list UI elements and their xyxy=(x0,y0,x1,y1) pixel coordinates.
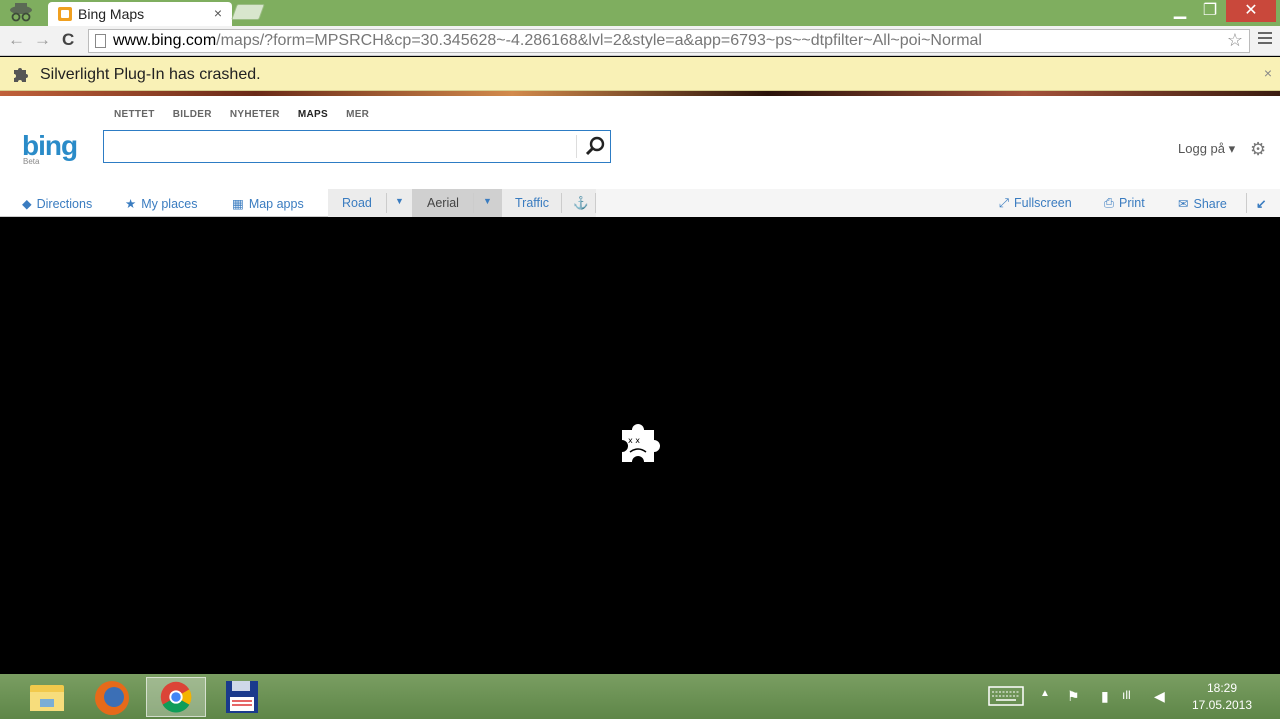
star-icon: ★ xyxy=(125,197,137,211)
forward-arrow-icon[interactable]: → xyxy=(34,30,51,50)
bing-header: NETTET BILDER NYHETER MAPS MER bing Beta… xyxy=(0,96,1280,189)
grid-icon: ▦ xyxy=(232,197,244,211)
print-icon: ⎙ xyxy=(1104,196,1115,210)
volume-icon[interactable]: ◀ xyxy=(1154,688,1165,705)
search-icon[interactable] xyxy=(582,134,608,160)
plugin-crash-infobar: Silverlight Plug-In has crashed. × xyxy=(0,57,1280,91)
divider xyxy=(561,193,562,213)
new-tab-button[interactable] xyxy=(231,4,265,20)
directions-icon: ◆ xyxy=(22,197,32,211)
reload-icon[interactable]: C xyxy=(62,30,74,50)
url-path: /maps/?form=MPSRCH&cp=30.345628~-4.28616… xyxy=(216,32,982,49)
scope-nyheter[interactable]: NYHETER xyxy=(230,109,280,120)
map-toolbar: ◆ Directions ★ My places ▦ Map apps Road ▼ … xyxy=(0,189,1280,217)
scope-mer[interactable]: MER xyxy=(346,109,369,120)
close-window-button[interactable]: ✕ xyxy=(1226,0,1276,22)
url-host: www.bing.com xyxy=(113,32,217,49)
road-dropdown-icon[interactable]: ▼ xyxy=(395,196,404,206)
bing-favicon-icon xyxy=(58,7,72,21)
print-label: Print xyxy=(1119,196,1145,210)
chrome-icon[interactable] xyxy=(146,677,206,717)
search-input[interactable] xyxy=(103,130,611,163)
back-arrow-icon[interactable]: ← xyxy=(8,30,25,50)
url-text: www.bing.com/maps/?form=MPSRCH&cp=30.345… xyxy=(113,32,982,50)
traffic-button[interactable]: Traffic xyxy=(515,196,549,210)
map-apps-label: Map apps xyxy=(248,197,304,211)
keyboard-icon[interactable] xyxy=(988,686,1024,706)
tab-title: Bing Maps xyxy=(78,6,145,22)
file-explorer-icon[interactable] xyxy=(18,677,78,717)
bookmark-star-icon[interactable]: ☆ xyxy=(1227,30,1243,51)
bing-beta-label: Beta xyxy=(23,157,40,166)
tab-close-icon[interactable]: × xyxy=(214,5,222,21)
divider xyxy=(473,193,474,213)
firefox-icon[interactable] xyxy=(82,677,142,717)
my-places-label: My places xyxy=(141,197,198,211)
aerial-dropdown-icon[interactable]: ▼ xyxy=(483,196,492,206)
tab-bing-maps[interactable]: Bing Maps × xyxy=(48,2,232,26)
divider xyxy=(1246,193,1247,213)
battery-icon[interactable]: ▮ xyxy=(1101,688,1109,705)
mail-icon: ✉ xyxy=(1178,197,1189,211)
search-divider xyxy=(576,135,577,158)
chrome-menu-icon[interactable] xyxy=(1258,32,1272,47)
scope-maps[interactable]: MAPS xyxy=(298,109,328,120)
save-disk-icon[interactable] xyxy=(212,677,272,717)
address-bar[interactable]: www.bing.com/maps/?form=MPSRCH&cp=30.345… xyxy=(88,29,1250,53)
incognito-icon xyxy=(10,3,32,22)
flag-icon[interactable]: ⚑ xyxy=(1067,688,1080,705)
login-link[interactable]: Logg på ▾ xyxy=(1178,141,1235,157)
share-label: Share xyxy=(1193,197,1227,211)
road-view-button[interactable]: Road xyxy=(342,196,372,210)
minimize-button[interactable]: ▁ xyxy=(1165,0,1195,22)
collapse-arrow-icon[interactable]: ↙ xyxy=(1256,196,1266,211)
share-button[interactable]: ✉ Share xyxy=(1178,196,1227,211)
fullscreen-icon: ⤢ xyxy=(999,196,1010,210)
svg-text:x x: x x xyxy=(628,436,640,445)
system-clock[interactable]: 18:29 17.05.2013 xyxy=(1188,680,1256,714)
divider xyxy=(386,193,387,213)
browser-title-bar: Bing Maps × ▁ ❐ ✕ xyxy=(0,0,1280,26)
map-apps-button[interactable]: ▦ Map apps xyxy=(232,196,304,211)
tray-expand-icon[interactable]: ▲ xyxy=(1040,688,1050,699)
fullscreen-button[interactable]: ⤢ Fullscreen xyxy=(999,196,1072,211)
print-button[interactable]: ⎙ Print xyxy=(1104,196,1145,211)
crashed-plugin-icon: x x xyxy=(622,424,660,462)
signal-icon[interactable]: ıll xyxy=(1122,688,1131,702)
scope-bilder[interactable]: BILDER xyxy=(173,109,212,120)
streetside-person-icon[interactable]: ⚓ xyxy=(573,196,589,211)
gear-icon[interactable]: ⚙ xyxy=(1250,139,1266,160)
aerial-view-button[interactable]: Aerial xyxy=(427,196,459,210)
map-canvas[interactable]: x x xyxy=(0,218,1280,674)
directions-label: Directions xyxy=(36,197,93,211)
browser-toolbar: ← → C www.bing.com/maps/?form=MPSRCH&cp=… xyxy=(0,26,1280,56)
fullscreen-label: Fullscreen xyxy=(1014,196,1072,210)
infobar-close-icon[interactable]: × xyxy=(1264,65,1272,81)
clock-date: 17.05.2013 xyxy=(1191,698,1253,712)
scope-bar: NETTET BILDER NYHETER MAPS MER xyxy=(114,109,384,120)
my-places-button[interactable]: ★ My places xyxy=(125,196,198,211)
plugin-puzzle-icon xyxy=(14,68,28,82)
clock-time: 18:29 xyxy=(1206,681,1238,695)
directions-button[interactable]: ◆ Directions xyxy=(22,196,92,211)
page-icon xyxy=(95,34,106,48)
scope-nettet[interactable]: NETTET xyxy=(114,109,155,120)
divider xyxy=(595,193,596,213)
windows-taskbar: ▲ ⚑ ▮ ıll ◀ 18:29 17.05.2013 xyxy=(0,674,1280,719)
maximize-button[interactable]: ❐ xyxy=(1195,0,1225,22)
infobar-message: Silverlight Plug-In has crashed. xyxy=(40,66,261,83)
